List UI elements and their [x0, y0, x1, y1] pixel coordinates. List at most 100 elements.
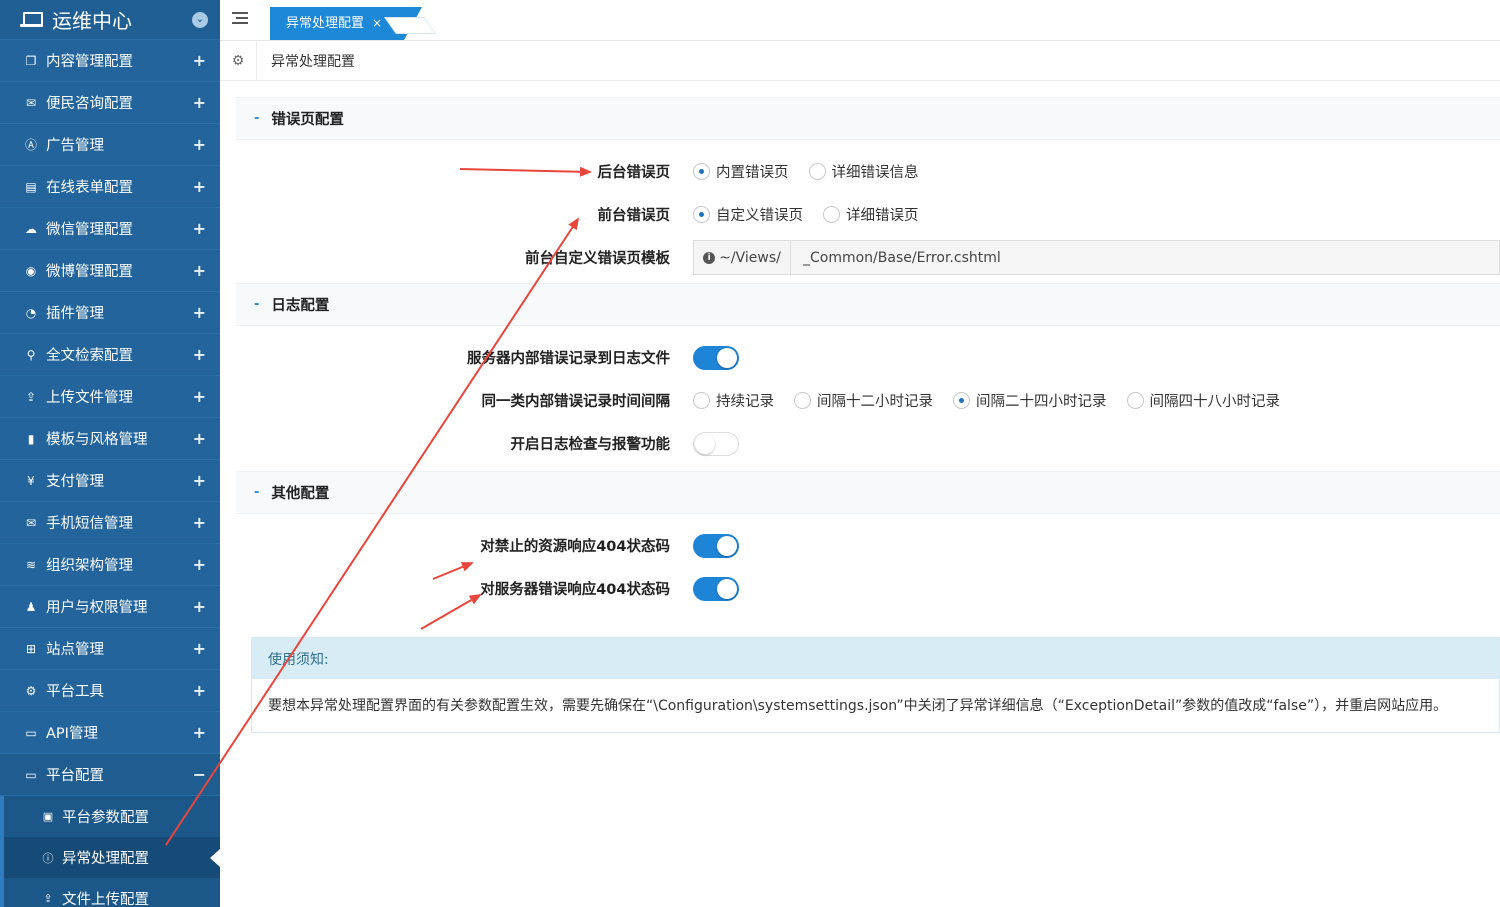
- interval-radio-group: 持续记录 间隔十二小时记录 间隔二十四小时记录 间隔四十八小时记录: [693, 390, 1300, 411]
- server-error-404-label: 对服务器错误响应404状态码: [480, 582, 670, 598]
- radio-circle[interactable]: [1126, 392, 1144, 409]
- sidebar-item-11[interactable]: ✉ 手机短信管理 +: [0, 502, 220, 544]
- plus-icon: +: [192, 513, 206, 532]
- radio-circle[interactable]: [808, 163, 826, 180]
- sidebar-subitem-label: 平台参数配置: [62, 810, 149, 826]
- main-content: - 错误页配置 后台错误页 内置错误页 详细错误信息 前台错误页 自定义错误页 详细…: [236, 97, 1500, 610]
- sidebar-item-15[interactable]: ⚙ 平台工具 +: [0, 670, 220, 712]
- collapse-dash-icon[interactable]: -: [254, 111, 259, 126]
- section-error-page[interactable]: - 错误页配置: [236, 97, 1500, 140]
- section-other[interactable]: - 其他配置: [236, 471, 1500, 514]
- sidebar-item-0[interactable]: ❐ 内容管理配置 +: [0, 40, 220, 82]
- sidebar-item-label: 内容管理配置: [46, 54, 133, 70]
- row-backend-error: 后台错误页 内置错误页 详细错误信息: [236, 150, 1500, 193]
- plus-icon: +: [192, 261, 206, 280]
- radio-option[interactable]: 间隔二十四小时记录: [953, 390, 1107, 411]
- sidebar-subitem-label: 文件上传配置: [62, 892, 149, 907]
- template-control: i ~/Views/ _Common/Base/Error.cshtml: [693, 240, 1500, 275]
- sidebar-item-7[interactable]: ⚲ 全文检索配置 +: [0, 334, 220, 376]
- chevron-down-icon[interactable]: ⌄: [192, 11, 208, 28]
- sidebar-subitem-2[interactable]: ⇪ 文件上传配置: [0, 878, 220, 907]
- radio-option[interactable]: 持续记录: [693, 390, 774, 411]
- usage-notice: 使用须知: 要想本异常处理配置界面的有关参数配置生效，需要先确保在“\Confi…: [251, 637, 1500, 733]
- radio-label: 自定义错误页: [716, 208, 803, 224]
- collapse-dash-icon[interactable]: -: [254, 297, 259, 312]
- radio-option[interactable]: 自定义错误页: [693, 204, 803, 225]
- row-alert: 开启日志检查与报警功能: [236, 422, 1500, 465]
- envelope-icon: ✉: [25, 515, 37, 530]
- plus-icon: +: [192, 51, 206, 70]
- sidebar-item-14[interactable]: ⊞ 站点管理 +: [0, 628, 220, 670]
- sidebar-item-10[interactable]: ¥ 支付管理 +: [0, 460, 220, 502]
- tab-exception-config[interactable]: 异常处理配置 ×: [270, 7, 423, 40]
- radio-option[interactable]: 详细错误页: [823, 204, 919, 225]
- sidebar-item-label: 便民咨询配置: [46, 96, 133, 112]
- sidebar-item-label: 微博管理配置: [46, 264, 133, 280]
- template-input[interactable]: _Common/Base/Error.cshtml: [791, 241, 1499, 274]
- radio-option[interactable]: 间隔四十八小时记录: [1126, 390, 1281, 411]
- sidebar-item-3[interactable]: ▤ 在线表单配置 +: [0, 166, 220, 208]
- layers-icon: ≋: [25, 557, 37, 572]
- radio-circle[interactable]: [823, 206, 840, 223]
- sidebar-subitem-0[interactable]: ▣ 平台参数配置: [0, 796, 220, 837]
- tab-bar: 异常处理配置 ×: [220, 0, 1500, 41]
- radio-label: 间隔四十八小时记录: [1149, 394, 1281, 410]
- sidebar-item-4[interactable]: ☁ 微信管理配置 +: [0, 208, 220, 250]
- sidebar-item-label: 组织架构管理: [46, 558, 133, 574]
- sidebar-item-label: 站点管理: [46, 642, 104, 658]
- close-icon[interactable]: ×: [372, 7, 382, 40]
- row-interval: 同一类内部错误记录时间间隔 持续记录 间隔十二小时记录 间隔二十四小时记录 间隔四十八…: [236, 379, 1500, 422]
- toggle-knob: [717, 347, 737, 368]
- sidebar-item-9[interactable]: ▮ 模板与风格管理 +: [0, 418, 220, 460]
- radio-option[interactable]: 内置错误页: [693, 161, 789, 182]
- section-title: 错误页配置: [271, 112, 344, 128]
- sidebar-item-label: 用户与权限管理: [46, 600, 148, 616]
- radio-circle[interactable]: [693, 163, 710, 180]
- radio-option[interactable]: 详细错误信息: [808, 161, 919, 182]
- document-icon: ▮: [27, 431, 35, 446]
- tab-label: 异常处理配置: [286, 16, 365, 31]
- sidebar-item-5[interactable]: ◉ 微博管理配置 +: [0, 250, 220, 292]
- radio-circle[interactable]: [693, 206, 710, 223]
- radio-option[interactable]: 间隔十二小时记录: [794, 390, 933, 411]
- forbidden-404-toggle[interactable]: [693, 533, 739, 558]
- sidebar-item-1[interactable]: ✉ 便民咨询配置 +: [0, 82, 220, 124]
- section-title: 其他配置: [271, 486, 330, 502]
- server-error-404-control: [693, 576, 739, 601]
- server-log-toggle[interactable]: [693, 345, 739, 370]
- plus-icon: +: [192, 429, 206, 448]
- menu-toggle-icon[interactable]: [232, 12, 248, 26]
- section-log[interactable]: - 日志配置: [236, 283, 1500, 326]
- info-icon: i: [703, 251, 716, 264]
- alert-toggle[interactable]: [693, 431, 739, 456]
- sidebar-item-6[interactable]: ◔ 插件管理 +: [0, 292, 220, 334]
- sidebar-item-12[interactable]: ≋ 组织架构管理 +: [0, 544, 220, 586]
- radio-circle[interactable]: [953, 392, 970, 409]
- sidebar-item-platform-config[interactable]: ▭ 平台配置 −: [0, 754, 220, 796]
- sidebar-item-2[interactable]: Ⓐ 广告管理 +: [0, 124, 220, 166]
- radio-label: 间隔十二小时记录: [817, 394, 933, 410]
- plus-icon: +: [192, 93, 206, 112]
- collapse-dash-icon[interactable]: -: [254, 485, 259, 500]
- breadcrumb: ⚙ 异常处理配置: [220, 40, 1500, 81]
- notice-body: 要想本异常处理配置界面的有关参数配置生效，需要先确保在“\Configurati…: [268, 698, 1448, 714]
- sidebar-item-8[interactable]: ⇪ 上传文件管理 +: [0, 376, 220, 418]
- plus-icon: +: [192, 681, 206, 700]
- sidebar-item-13[interactable]: ♟ 用户与权限管理 +: [0, 586, 220, 628]
- frontend-error-label: 前台错误页: [597, 208, 671, 224]
- server-error-404-toggle[interactable]: [693, 576, 739, 601]
- plus-icon: +: [192, 303, 206, 322]
- row-forbidden-404: 对禁止的资源响应404状态码: [236, 524, 1500, 567]
- backend-error-label: 后台错误页: [597, 165, 671, 181]
- cogs-icon: ⚙: [25, 683, 37, 698]
- radio-circle[interactable]: [794, 392, 811, 409]
- radio-circle[interactable]: [693, 392, 710, 409]
- sidebar-item-16[interactable]: ▭ API管理 +: [0, 712, 220, 754]
- ad-icon: Ⓐ: [24, 138, 37, 152]
- pie-chart-icon: ◔: [25, 305, 37, 320]
- toggle-knob: [717, 535, 737, 556]
- radio-label: 内置错误页: [716, 165, 789, 181]
- plus-icon: +: [192, 219, 206, 238]
- sidebar-subitem-1[interactable]: ⓘ 异常处理配置: [0, 837, 220, 878]
- plus-icon: +: [192, 387, 206, 406]
